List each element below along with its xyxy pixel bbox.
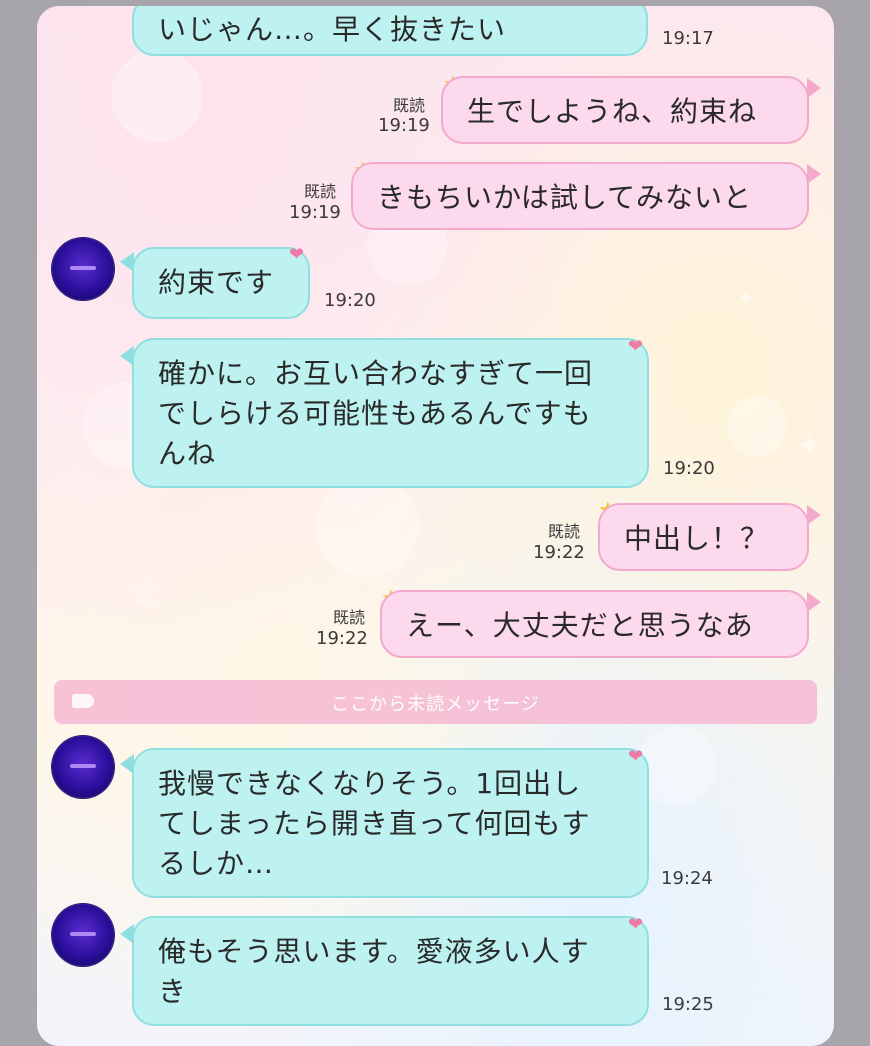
read-receipt: 既読 (304, 182, 337, 201)
bubble-tail (807, 592, 821, 612)
message-bubble-outgoing[interactable]: 中出し！？ (598, 503, 809, 571)
bubble-tail (807, 505, 821, 525)
message-time: 19:25 (662, 994, 714, 1015)
message-time: 19:20 (663, 458, 715, 479)
message-text: えー、大丈夫だと思うなあ (406, 609, 754, 642)
bubble-tail (807, 164, 821, 184)
message-bubble-incoming[interactable]: 約束です (132, 247, 310, 319)
chat-window: ☆ ☆ ✦ ✦ いじゃん…。早く抜きたい 19:17 既読 19:19 ★ 生で… (37, 6, 834, 1046)
message-bubble-incoming[interactable]: いじゃん…。早く抜きたい (132, 6, 648, 56)
message-bubble-outgoing[interactable]: きもちいかは試してみないと (351, 162, 809, 230)
read-receipt: 既読 (548, 522, 581, 541)
message-bubble-incoming[interactable]: 確かに。お互い合わなすぎて一回 でしらける可能性もあるんですも んね (132, 338, 649, 488)
message-line: るしか… (158, 847, 275, 880)
unread-divider-label: ここから未読メッセージ (331, 694, 540, 715)
message-time: 19:19 (289, 202, 341, 223)
avatar-icon[interactable] (52, 736, 114, 798)
message-time: 19:17 (662, 28, 714, 49)
message-text: 生でしようね、約束ね (467, 95, 758, 128)
message-line: き (158, 975, 188, 1008)
read-receipt: 既読 (333, 608, 366, 627)
message-text: 中出し！？ (624, 522, 770, 555)
message-line: てしまったら開き直って何回もす (158, 807, 591, 840)
heart-icon: ❤ (628, 336, 644, 357)
heart-icon: ❤ (628, 746, 644, 767)
message-time: 19:20 (324, 290, 376, 311)
message-bubble-outgoing[interactable]: 生でしようね、約束ね (441, 76, 809, 144)
message-text: 約束です (158, 266, 275, 299)
svg-text:✦: ✦ (737, 287, 755, 312)
heart-icon: ❤ (628, 914, 644, 935)
svg-text:✦: ✦ (797, 429, 822, 464)
message-line: んね (158, 437, 217, 470)
message-bubble-incoming[interactable]: 俺もそう思います。愛液多い人す き (132, 916, 649, 1026)
message-time: 19:19 (378, 115, 430, 136)
message-line: でしらける可能性もあるんですも (158, 397, 592, 430)
svg-text:☆: ☆ (127, 570, 163, 616)
bubble-tail (807, 78, 821, 98)
message-line: 確かに。お互い合わなすぎて一回 (158, 357, 594, 390)
avatar-icon[interactable] (52, 904, 114, 966)
unread-divider: ここから未読メッセージ (54, 680, 817, 724)
heart-icon: ❤ (289, 244, 305, 265)
message-time: 19:22 (316, 628, 368, 649)
message-line: 俺もそう思います。愛液多い人す (158, 935, 590, 968)
avatar-icon[interactable] (52, 238, 114, 300)
message-time: 19:22 (533, 542, 585, 563)
message-text: いじゃん…。早く抜きたい (158, 13, 507, 46)
message-time: 19:24 (661, 868, 713, 889)
message-bubble-outgoing[interactable]: えー、大丈夫だと思うなあ (380, 590, 809, 658)
message-bubble-incoming[interactable]: 我慢できなくなりそう。1回出し てしまったら開き直って何回もす るしか… (132, 748, 649, 898)
read-receipt: 既読 (393, 96, 426, 115)
message-line: 我慢できなくなりそう。1回出し (158, 767, 582, 800)
message-text: きもちいかは試してみないと (377, 181, 753, 214)
